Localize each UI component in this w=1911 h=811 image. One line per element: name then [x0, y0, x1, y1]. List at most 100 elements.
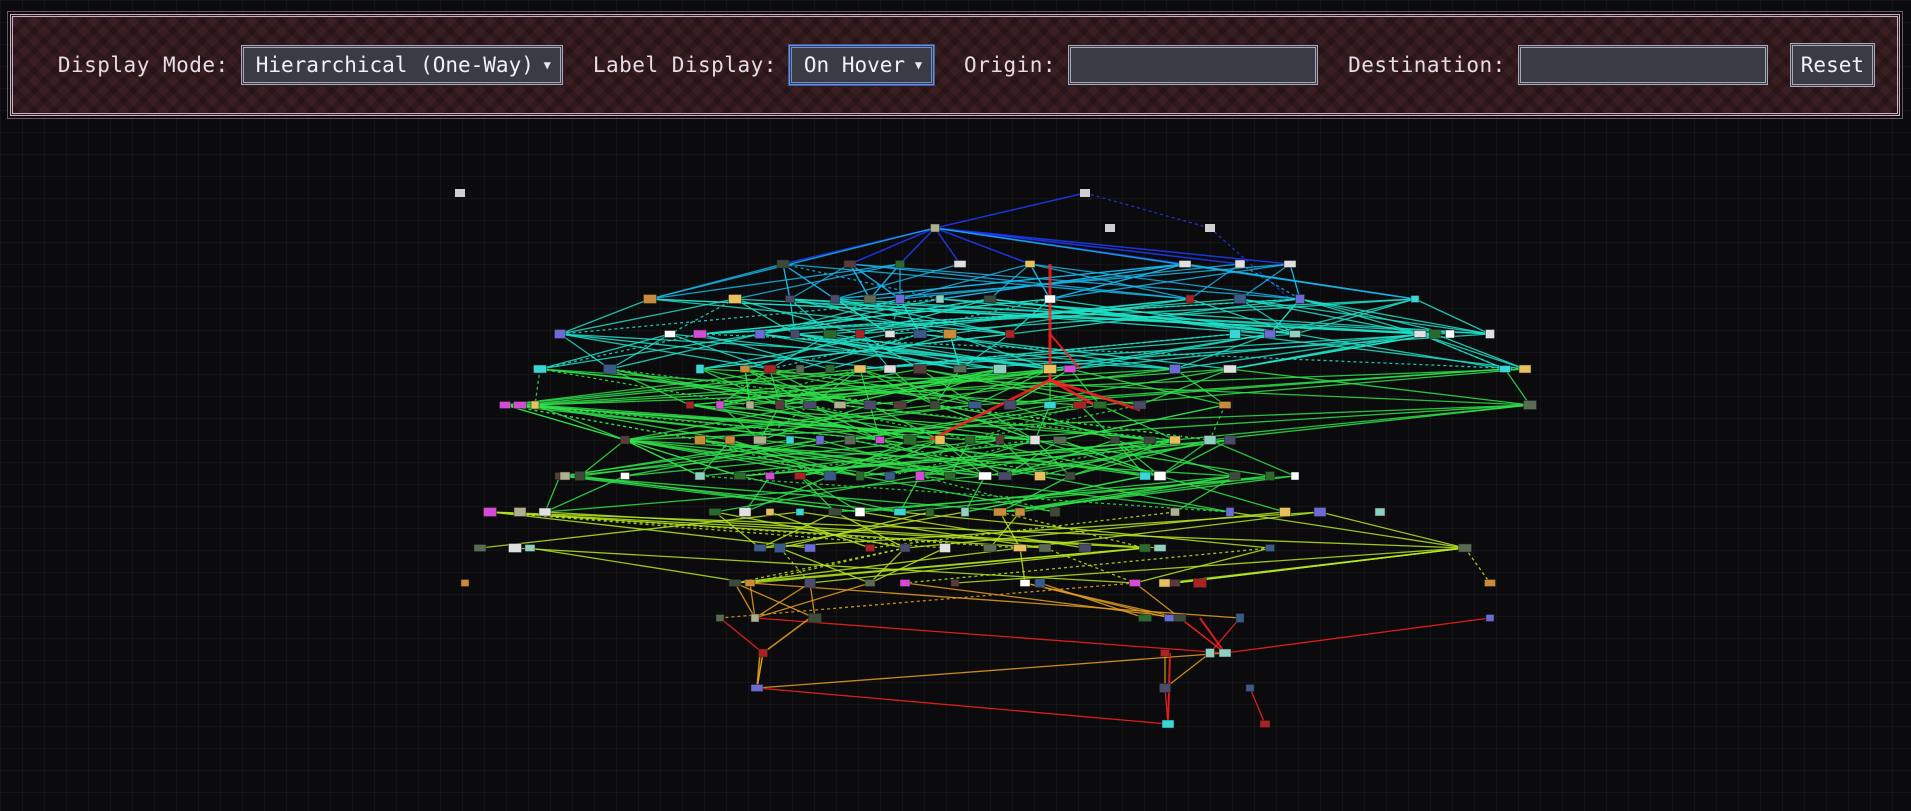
graph-node[interactable] [1073, 401, 1087, 409]
graph-node[interactable] [865, 544, 875, 552]
node-graph[interactable] [0, 0, 1911, 811]
graph-node[interactable] [664, 330, 676, 338]
graph-node[interactable] [823, 471, 837, 481]
graph-node[interactable] [538, 507, 552, 517]
graph-node[interactable] [1143, 436, 1157, 444]
graph-node[interactable] [934, 435, 946, 445]
graph-node[interactable] [1044, 294, 1056, 304]
graph-node[interactable] [953, 260, 967, 268]
graph-node[interactable] [694, 435, 706, 445]
graph-node[interactable] [754, 329, 766, 339]
graph-node[interactable] [1289, 330, 1301, 338]
graph-node[interactable] [765, 472, 775, 480]
graph-node[interactable] [530, 400, 540, 410]
graph-node[interactable] [855, 471, 865, 481]
graph-node[interactable] [1485, 614, 1495, 622]
graph-node[interactable] [1245, 684, 1255, 692]
graph-node[interactable] [950, 579, 960, 587]
display-mode-select[interactable]: Hierarchical (One-Way) ▼ [240, 45, 563, 85]
graph-node[interactable] [715, 400, 725, 410]
graph-node[interactable] [1234, 259, 1246, 269]
graph-node[interactable] [1224, 435, 1236, 445]
graph-node[interactable] [744, 579, 756, 587]
graph-node[interactable] [499, 401, 511, 409]
graph-node[interactable] [953, 365, 967, 373]
graph-node[interactable] [1034, 578, 1046, 588]
graph-canvas[interactable] [0, 0, 1911, 811]
graph-node[interactable] [1139, 471, 1151, 481]
graph-node[interactable] [1013, 544, 1027, 552]
graph-node[interactable] [574, 471, 586, 481]
graph-node[interactable] [943, 329, 957, 339]
graph-node[interactable] [854, 507, 866, 517]
graph-node[interactable] [803, 401, 817, 409]
graph-node[interactable] [825, 364, 835, 374]
graph-node[interactable] [785, 435, 795, 445]
graph-node[interactable] [1078, 543, 1092, 553]
graph-node[interactable] [833, 401, 847, 409]
origin-input[interactable] [1068, 45, 1319, 85]
graph-node[interactable] [893, 401, 907, 409]
graph-node[interactable] [1193, 578, 1207, 588]
graph-node[interactable] [1024, 260, 1036, 268]
graph-node[interactable] [715, 614, 725, 622]
graph-node[interactable] [968, 401, 982, 409]
graph-node[interactable] [455, 189, 465, 197]
graph-node[interactable] [884, 471, 896, 481]
graph-node[interactable] [643, 294, 657, 304]
graph-node[interactable] [620, 435, 630, 445]
graph-node[interactable] [978, 471, 992, 481]
graph-node[interactable] [1153, 471, 1167, 481]
graph-node[interactable] [1159, 683, 1171, 693]
graph-node[interactable] [815, 435, 825, 445]
graph-node[interactable] [1093, 401, 1107, 409]
graph-node[interactable] [995, 435, 1005, 445]
graph-node[interactable] [1265, 544, 1275, 552]
graph-node[interactable] [1313, 507, 1327, 517]
graph-node[interactable] [895, 294, 905, 304]
graph-node[interactable] [739, 365, 751, 373]
graph-node[interactable] [753, 435, 767, 445]
graph-node[interactable] [930, 223, 940, 233]
graph-node[interactable] [508, 543, 522, 553]
graph-node[interactable] [460, 579, 470, 587]
graph-node[interactable] [830, 294, 840, 304]
graph-node[interactable] [733, 472, 747, 480]
graph-node[interactable] [1265, 471, 1275, 481]
graph-node[interactable] [794, 472, 806, 480]
graph-node[interactable] [1499, 365, 1511, 373]
graph-node[interactable] [1080, 189, 1090, 197]
graph-node[interactable] [1161, 719, 1175, 729]
graph-node[interactable] [1105, 224, 1115, 232]
graph-node[interactable] [1003, 400, 1017, 410]
graph-node[interactable] [863, 400, 877, 410]
graph-node[interactable] [883, 364, 897, 374]
graph-node[interactable] [1283, 260, 1297, 268]
graph-node[interactable] [893, 508, 907, 516]
graph-node[interactable] [1218, 401, 1232, 409]
graph-node[interactable] [1225, 507, 1235, 517]
graph-node[interactable] [1523, 400, 1537, 410]
graph-node[interactable] [1178, 260, 1192, 268]
graph-node[interactable] [745, 400, 755, 410]
graph-node[interactable] [685, 401, 695, 409]
graph-node[interactable] [483, 507, 497, 517]
graph-node[interactable] [929, 400, 941, 410]
graph-node[interactable] [1053, 436, 1067, 444]
graph-node[interactable] [925, 507, 935, 517]
graph-node[interactable] [790, 329, 800, 339]
graph-node[interactable] [708, 508, 722, 516]
graph-node[interactable] [1043, 364, 1057, 374]
graph-node[interactable] [1138, 614, 1152, 622]
graph-node[interactable] [903, 435, 917, 445]
graph-node[interactable] [1019, 579, 1031, 587]
graph-node[interactable] [899, 579, 911, 587]
graph-node[interactable] [1038, 543, 1052, 553]
reset-button[interactable]: Reset [1789, 43, 1875, 87]
graph-node[interactable] [1218, 648, 1232, 658]
graph-node[interactable] [1160, 649, 1170, 657]
graph-node[interactable] [693, 329, 707, 339]
graph-node[interactable] [804, 578, 816, 588]
graph-node[interactable] [774, 543, 786, 553]
graph-node[interactable] [775, 400, 785, 410]
